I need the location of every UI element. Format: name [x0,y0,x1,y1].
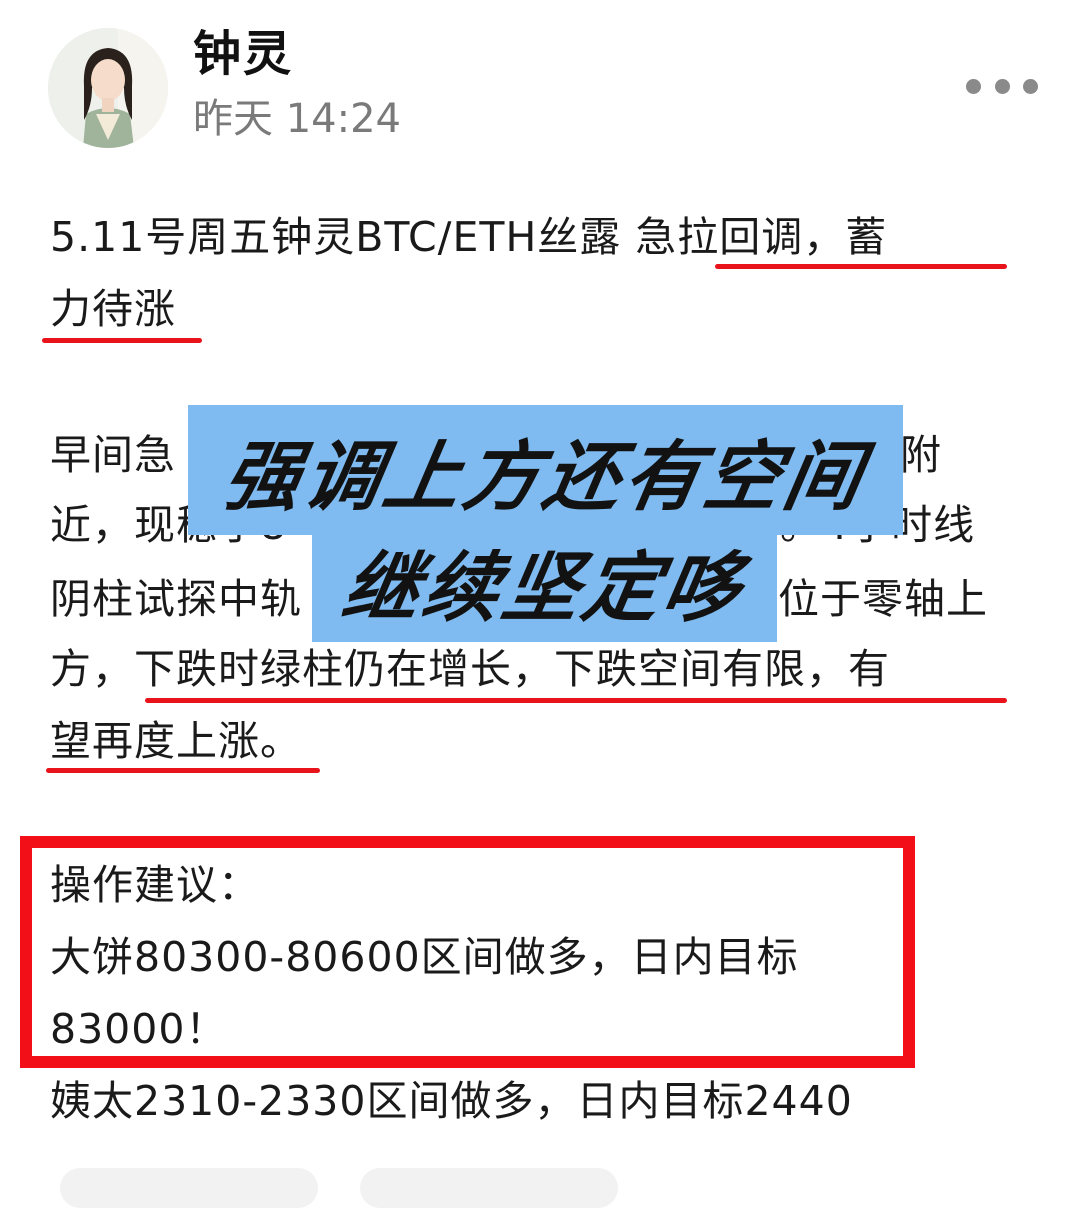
body-text: 方，下跌时绿柱仍在增长，下跌空间有限，有 [50,645,890,693]
footer-action[interactable] [60,1168,318,1208]
highlight-banner: 强调上方还有空间 [188,405,903,535]
body-text: 望再度上涨。 [50,717,302,765]
body-text: 早间急 [50,431,176,479]
advice-btc: 83000！ [50,1005,228,1053]
body-underline [46,768,320,773]
banner-text: 继续坚定哆 [335,543,752,632]
title-line: 力待涨 [50,285,176,333]
highlight-banner: 继续坚定哆 [312,520,777,642]
footer-action[interactable] [360,1168,618,1208]
title-underline [715,264,1007,269]
body-underline [145,698,1007,703]
advice-title: 操作建议： [50,861,260,909]
author-name[interactable]: 钟灵 [193,22,293,86]
banner-text: 强调上方还有空间 [216,432,873,521]
body-text: 附 [900,431,942,479]
post-time: 昨天 14:24 [193,96,401,142]
more-dot [994,78,1010,94]
more-dot [966,78,981,94]
title-line: 5.11号周五钟灵BTC/ETH丝露 急拉回调，蓄 [50,213,888,261]
more-dot [1023,78,1038,94]
advice-eth: 姨太2310-2330区间做多，日内目标2440 [50,1077,853,1125]
advice-btc: 大饼80300-80600区间做多，日内目标 [50,933,799,981]
avatar[interactable] [48,28,168,148]
body-text: 位于零轴上 [778,575,988,623]
body-text: 阴柱试探中轨 [50,575,302,623]
more-icon[interactable] [966,66,1038,106]
title-underline [42,338,202,343]
